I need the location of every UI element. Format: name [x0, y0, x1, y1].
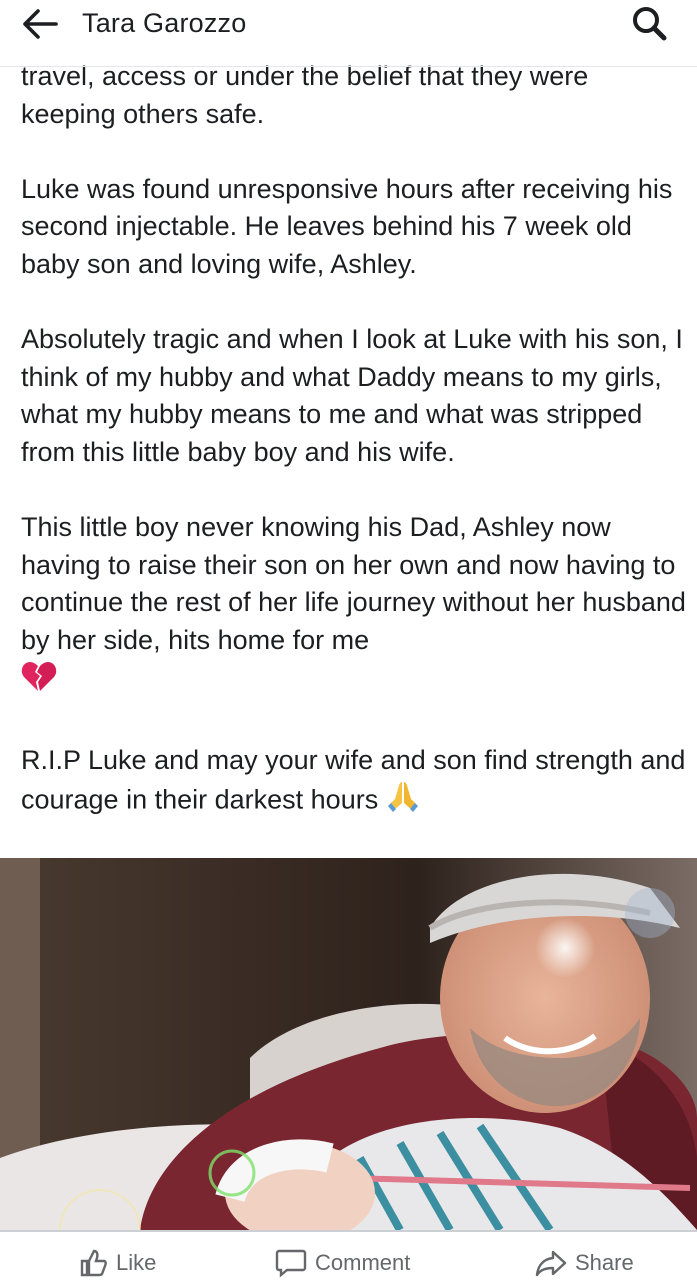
post-paragraph: Absolutely tragic and when I look at Luk… [21, 324, 683, 467]
like-button[interactable]: Like [78, 1248, 156, 1278]
photo-illustration [0, 858, 697, 1230]
comment-label: Comment [315, 1250, 411, 1275]
post-text: travel, access or under the belief that … [21, 58, 686, 861]
comment-icon [275, 1249, 307, 1278]
thumbs-up-icon [80, 1249, 107, 1277]
header-divider [0, 66, 697, 67]
share-icon [535, 1250, 567, 1277]
page-title: Tara Garozzo [82, 8, 247, 38]
praying-hands-icon [386, 779, 420, 824]
comment-button[interactable]: Comment [275, 1248, 410, 1278]
search-button[interactable] [631, 5, 669, 43]
broken-heart-icon [21, 660, 57, 705]
like-label: Like [116, 1250, 157, 1275]
back-button[interactable] [20, 6, 60, 42]
post-paragraph: Luke was found unresponsive hours after … [21, 173, 673, 279]
post-paragraph: travel, access or under the belief that … [21, 61, 589, 129]
top-bar: Tara Garozzo [0, 0, 697, 48]
arrow-left-icon [23, 9, 58, 39]
post-paragraph: This little boy never knowing his Dad, A… [21, 509, 686, 704]
search-icon [633, 7, 667, 41]
share-button[interactable]: Share [535, 1248, 634, 1278]
post-photo[interactable] [0, 858, 697, 1230]
share-label: Share [575, 1250, 634, 1275]
post-paragraph: R.I.P Luke and may your wife and son fin… [21, 742, 686, 824]
post-action-bar: Like Comment Share [0, 1230, 697, 1282]
